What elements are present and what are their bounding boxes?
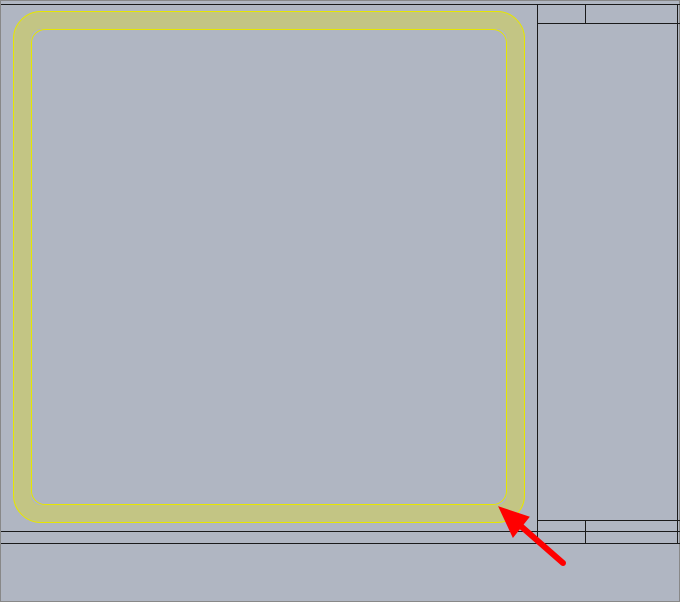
part-edge[interactable] — [585, 4, 586, 24]
part-edge[interactable] — [537, 23, 680, 24]
part-edge[interactable] — [1, 4, 680, 5]
part-edge[interactable] — [677, 4, 678, 544]
part-edge[interactable] — [1, 543, 680, 544]
part-edge[interactable] — [585, 520, 586, 544]
part-edge[interactable] — [1, 531, 680, 532]
part-edge[interactable] — [537, 520, 680, 521]
part-edge[interactable] — [537, 4, 538, 544]
selected-fillet-face[interactable] — [13, 11, 525, 523]
